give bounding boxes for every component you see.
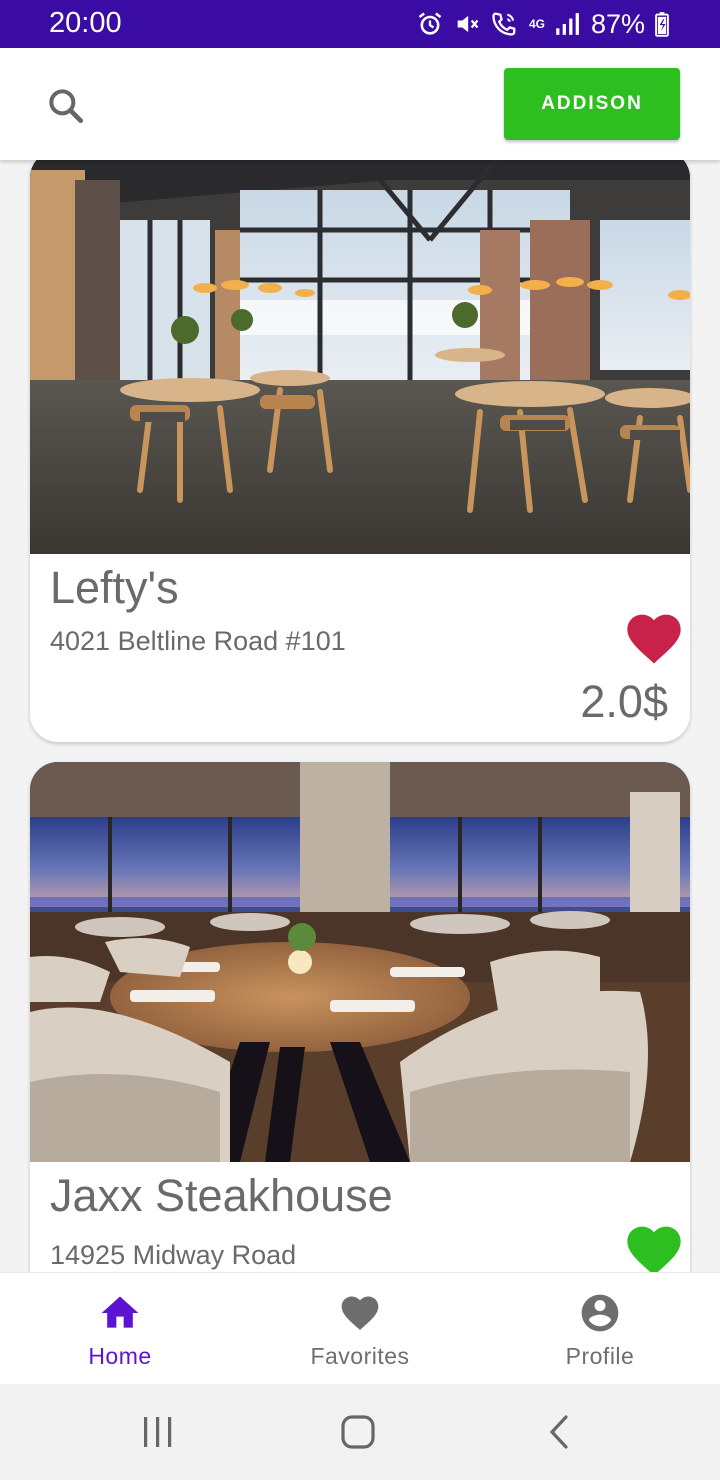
- network-type-label: 4G: [528, 17, 545, 31]
- battery-charging-icon: [655, 12, 669, 37]
- nav-item-home[interactable]: Home: [0, 1273, 240, 1385]
- account-circle-icon: [581, 1294, 619, 1332]
- restaurant-list[interactable]: Lefty's 4021 Beltline Road #101 2.0$ Jax…: [0, 160, 720, 1272]
- signal-icon: [556, 13, 579, 35]
- home-icon: [101, 1296, 139, 1328]
- restaurant-name: Jaxx Steakhouse: [50, 1170, 393, 1221]
- heart-icon: [627, 614, 681, 664]
- nav-item-favorites[interactable]: Favorites: [240, 1273, 480, 1385]
- app-screen: 20:00 4G 87% ADDISON Lefty's 4021 Beltli…: [0, 0, 720, 1480]
- alarm-icon: [418, 12, 442, 35]
- status-bar: 20:00 4G 87%: [0, 0, 720, 48]
- top-app-bar: ADDISON: [0, 48, 720, 160]
- nav-item-profile[interactable]: Profile: [480, 1273, 720, 1385]
- bottom-navigation: Home Favorites Profile: [0, 1272, 720, 1384]
- search-button[interactable]: [44, 84, 88, 128]
- nav-label: Profile: [565, 1343, 635, 1369]
- system-navigation-bar: [0, 1384, 720, 1480]
- nav-label: Home: [88, 1343, 152, 1369]
- user-account-button[interactable]: ADDISON: [504, 68, 680, 140]
- restaurant-price: 2.0$: [580, 676, 668, 727]
- restaurant-address: 14925 Midway Road: [50, 1240, 297, 1270]
- heart-icon: [627, 1226, 681, 1272]
- status-time: 20:00: [49, 7, 122, 39]
- status-icons: 4G 87%: [416, 8, 670, 40]
- search-icon: [49, 89, 84, 124]
- recents-icon[interactable]: [138, 1412, 178, 1452]
- heart-icon: [341, 1296, 379, 1331]
- wifi-calling-icon: [492, 12, 516, 36]
- restaurant-photo: [30, 762, 690, 1162]
- back-icon[interactable]: [540, 1412, 580, 1452]
- favorite-button[interactable]: [622, 606, 686, 666]
- home-circle-icon[interactable]: [338, 1412, 378, 1452]
- nav-label: Favorites: [310, 1343, 410, 1369]
- restaurant-card[interactable]: Lefty's 4021 Beltline Road #101 2.0$: [30, 160, 690, 742]
- restaurant-card[interactable]: Jaxx Steakhouse 14925 Midway Road: [30, 762, 690, 1272]
- restaurant-address: 4021 Beltline Road #101: [50, 626, 346, 656]
- restaurant-name: Lefty's: [50, 562, 179, 613]
- favorite-button[interactable]: [622, 1218, 686, 1272]
- restaurant-photo: [30, 160, 690, 554]
- mute-icon: [457, 15, 479, 33]
- battery-percent: 87%: [590, 8, 645, 39]
